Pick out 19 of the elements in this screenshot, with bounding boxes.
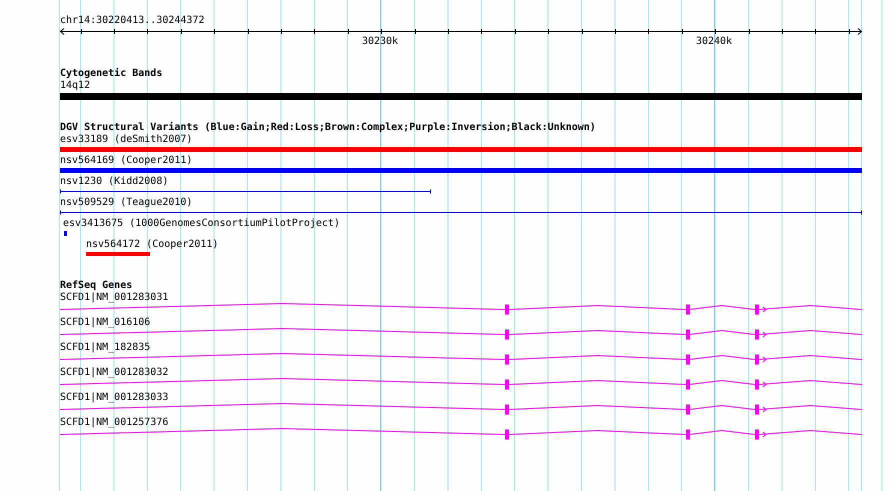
ruler-tick-label: 30230k (362, 36, 398, 48)
gene-label: SCFD1|NM_182835 (60, 342, 152, 354)
variant-label: nsv564172 (Cooper2011) (86, 239, 220, 251)
gene-label: SCFD1|NM_001283032 (60, 367, 170, 379)
ruler-tick-label: 30240k (696, 36, 732, 48)
track-title: RefSeq Genes (60, 280, 134, 292)
variant-label: esv33189 (deSmith2007) (60, 134, 194, 146)
variant-label: nsv1230 (Kidd2008) (60, 176, 170, 188)
variant-label: nsv564169 (Cooper2011) (60, 155, 194, 167)
gene-label: SCFD1|NM_001257376 (60, 417, 170, 429)
variant-label: nsv509529 (Teague2010) (60, 197, 194, 209)
track-title: DGV Structural Variants (Blue:Gain;Red:Loss;Brown:Complex;Purple:Inversion;Black:Unknown) (60, 122, 597, 134)
variant-label: esv3413675 (1000GenomesConsortiumPilotProject) (63, 218, 341, 230)
gene-label: SCFD1|NM_001283031 (60, 292, 170, 304)
gene-label: SCFD1|NM_001283033 (60, 392, 170, 404)
gene-label: SCFD1|NM_016106 (60, 317, 152, 329)
track-title: Cytogenetic Bands (60, 68, 164, 80)
ruler-range-label: chr14:30220413..30244372 (60, 15, 206, 27)
band-label: 14q12 (60, 80, 92, 92)
